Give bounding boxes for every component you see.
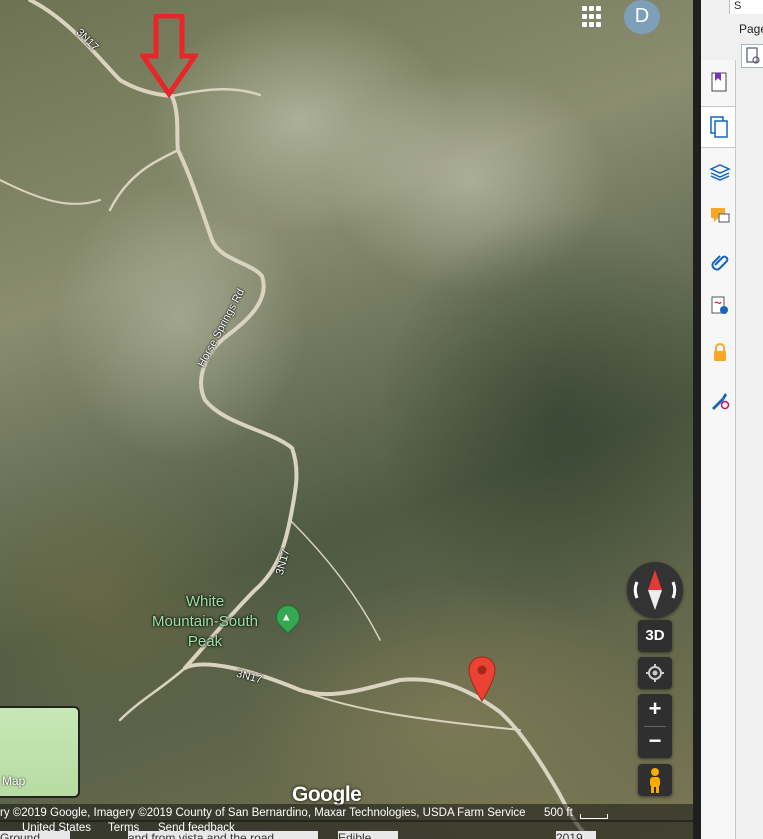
pen-tool-icon[interactable] <box>705 386 731 412</box>
pages-icon[interactable] <box>701 106 735 148</box>
pdf-side-panel: S Page <box>701 0 763 839</box>
underlay-text-a: Ground <box>0 831 70 839</box>
tool-strip <box>701 60 736 839</box>
window-divider <box>693 0 701 839</box>
layer-switcher-minimap[interactable]: Map <box>0 706 80 798</box>
my-location-button[interactable] <box>638 657 672 689</box>
panel-heading: Page <box>739 22 763 36</box>
comment-icon[interactable] <box>705 202 731 228</box>
poi-label-line2: Mountain-South <box>152 613 258 630</box>
bookmark-icon[interactable] <box>705 68 731 94</box>
panel-tab[interactable]: S <box>729 0 763 14</box>
signature-icon[interactable] <box>705 292 731 318</box>
layers-icon[interactable] <box>705 158 731 184</box>
tilt-3d-button[interactable]: 3D <box>638 620 672 652</box>
scale-bar <box>580 814 608 819</box>
zoom-divider <box>644 726 666 727</box>
attachment-icon[interactable] <box>705 248 731 274</box>
compass-icon[interactable] <box>627 562 683 618</box>
grid-icon[interactable] <box>580 4 606 30</box>
underlay-text-b: and from vista and the road <box>128 831 318 839</box>
zoom-out-button[interactable]: − <box>638 726 672 758</box>
avatar[interactable]: D <box>624 0 660 34</box>
my-location-icon <box>646 664 664 682</box>
pegman-icon <box>650 768 660 793</box>
satellite-map[interactable]: 3N17 Horse Springs Rd 3N17 3N17 White Mo… <box>0 0 693 839</box>
lock-icon[interactable] <box>705 338 731 364</box>
poi-label-line1: White <box>185 593 225 610</box>
underlay-text-d: 2019 <box>556 831 596 839</box>
annotation-arrow-icon <box>140 14 198 98</box>
pegman-button[interactable] <box>638 764 672 796</box>
map-roads <box>0 0 592 839</box>
underlay-text-c: Edible <box>338 831 398 839</box>
zoom-controls: + − <box>638 694 672 758</box>
minimap-label: Map <box>2 774 26 788</box>
zoom-in-button[interactable]: + <box>638 694 672 726</box>
poi-label-line3: Peak <box>187 633 223 650</box>
location-pin-icon[interactable] <box>468 656 496 702</box>
poi-label[interactable]: White Mountain-South Peak <box>140 592 270 652</box>
page-thumbnail[interactable] <box>741 44 763 68</box>
